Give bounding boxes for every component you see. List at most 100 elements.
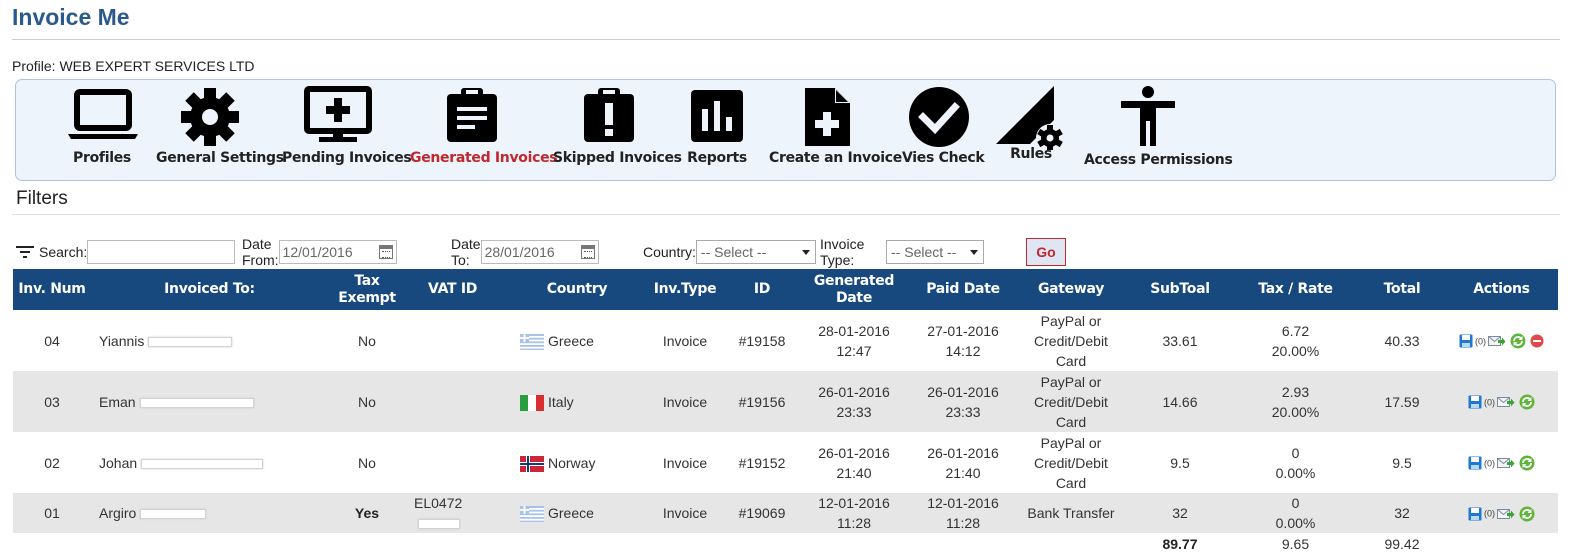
save-icon[interactable] [1459,334,1473,348]
toolbar-item-reports[interactable]: Reports [684,86,750,166]
person-icon [1121,86,1175,146]
gateway-line: Credit/Debit [1034,332,1108,349]
filters-title: Filters [16,188,68,209]
toolbar-item-skipped-invoices[interactable]: Skipped Invoices [553,86,682,166]
cell-total: 40.33 [1384,332,1420,349]
toolbar-item-create-invoice[interactable]: Create an Invoice [769,86,902,166]
total-amount: 99.42 [1384,536,1420,552]
cell-inv-num: 01 [13,493,91,533]
profile-label: Profile: [12,58,56,74]
cell-invoiced-to: Eman [91,371,328,432]
cell-paid-date: 26-01-2016 23:33 [912,371,1014,432]
save-icon[interactable] [1468,507,1482,521]
cell-inv-type: Invoice [662,332,708,349]
date-part: 26-01-2016 [927,444,999,461]
table-row[interactable]: 04 Yiannis No Greece Invoice #19158 28-01-2016… [13,310,1558,371]
calendar-icon[interactable] [378,245,393,259]
cell-vat-id [406,371,512,432]
totals-spacer [13,533,1128,555]
table-row[interactable]: 03 Eman No Italy Invoice #19156 26-01-2016 23:3… [13,371,1558,432]
table-row[interactable]: 01 Argiro Yes EL0472 Greece Invoice #19069 12-0… [13,493,1558,533]
cell-gateway: PayPal or Credit/Debit Card [1014,310,1128,371]
table-row[interactable]: 02 Johan No Norway Invoice #19152 26-01-2016 21… [13,432,1558,493]
tax-rate: 0.00% [1275,464,1316,481]
search-input[interactable] [87,240,236,264]
col-vat-id[interactable]: VAT ID [406,269,512,310]
cell-id: #19152 [738,454,786,471]
refresh-icon[interactable] [1519,455,1535,471]
col-total[interactable]: Total [1359,269,1445,310]
country-label: Country: [643,244,696,260]
col-subtotal[interactable]: SubToal [1128,269,1232,310]
toolbar-label: Skipped Invoices [553,150,682,166]
col-inv-num[interactable]: Inv. Num [13,269,91,310]
cell-tax-exempt: No [358,332,376,349]
redacted-block [140,509,207,520]
email-send-icon[interactable] [1497,456,1515,470]
date-part: 12-01-2016 [818,495,890,511]
cell-id: #19158 [738,332,786,349]
date-from-filter: Date From: [242,236,397,268]
col-gateway[interactable]: Gateway [1014,269,1128,310]
date-from-label: Date From: [242,236,279,268]
download-count: (0) [1484,397,1495,408]
invoice-type-label: Invoice Type: [820,236,865,268]
country-select[interactable]: -- Select -- [695,240,816,264]
toolbar-item-general-settings[interactable]: General Settings [156,86,284,166]
cell-total: 32 [1359,493,1445,533]
col-tax-rate[interactable]: Tax / Rate [1232,269,1359,310]
cell-tax-rate: 0 0.00% [1232,493,1359,533]
email-send-icon[interactable] [1497,395,1515,409]
chevron-down-icon [801,250,810,255]
refresh-icon[interactable] [1519,394,1535,410]
email-send-icon[interactable] [1497,507,1515,521]
toolbar-item-pending-invoices[interactable]: Pending Invoices [282,86,412,166]
flag-greece-icon [520,333,544,350]
tax-amount: 0 [1291,444,1300,461]
refresh-icon[interactable] [1519,506,1535,522]
redacted-block [148,336,233,347]
gear-icon [181,88,239,146]
cell-subtotal: 9.5 [1170,454,1190,471]
col-inv-type[interactable]: Inv.Type [642,269,728,310]
time-part: 21:40 [836,464,872,481]
cell-paid-date: 12-01-2016 11:28 [912,493,1014,533]
calendar-icon[interactable] [580,245,595,259]
col-generated-date[interactable]: Generated Date [796,269,912,310]
date-to-label: Date To: [451,236,481,268]
cell-subtotal: 33.61 [1162,332,1198,349]
toolbar-item-generated-invoices[interactable]: Generated Invoices [410,86,558,166]
cell-actions: (0) [1445,432,1558,493]
col-paid-date[interactable]: Paid Date [912,269,1014,310]
save-icon[interactable] [1468,456,1482,470]
header-line: Date [835,289,873,306]
toolbar-item-rules[interactable]: Rules [994,84,1068,162]
cell-generated-date: 12-01-2016 11:28 [796,493,912,533]
totals-row: 89.77 9.65 99.42 [13,533,1558,555]
delete-icon[interactable] [1530,334,1544,348]
cell-invoiced-to: Yiannis [91,310,328,371]
refresh-icon[interactable] [1510,333,1526,349]
profile-line: Profile: WEB EXPERT SERVICES LTD [12,58,255,74]
toolbar-item-profiles[interactable]: Profiles [66,86,138,166]
email-send-icon[interactable] [1488,334,1506,348]
toolbar-item-vies-check[interactable]: Vies Check [902,86,985,166]
cell-country: Greece [512,493,642,533]
file-plus-icon [805,88,850,146]
col-invoiced-to[interactable]: Invoiced To: [91,269,328,310]
cell-gateway: PayPal or Credit/Debit Card [1014,371,1128,432]
save-icon[interactable] [1468,395,1482,409]
invoice-type-select[interactable]: -- Select -- [886,240,985,264]
country-select-value: -- Select -- [700,244,767,260]
go-button[interactable]: Go [1026,238,1066,266]
col-tax-exempt[interactable]: Tax Exempt [328,269,406,310]
col-country[interactable]: Country [512,269,642,310]
toolbar-item-access-permissions[interactable]: Access Permissions [1084,86,1233,168]
search-filter: Search: [16,238,236,266]
cell-id: #19156 [728,371,796,432]
customer-name: Argiro [99,505,137,521]
cell-tax-exempt: No [358,454,376,471]
tax-amount: 6.72 [1281,322,1310,339]
col-id[interactable]: ID [728,269,796,310]
toolbar-label: Profiles [73,150,131,166]
